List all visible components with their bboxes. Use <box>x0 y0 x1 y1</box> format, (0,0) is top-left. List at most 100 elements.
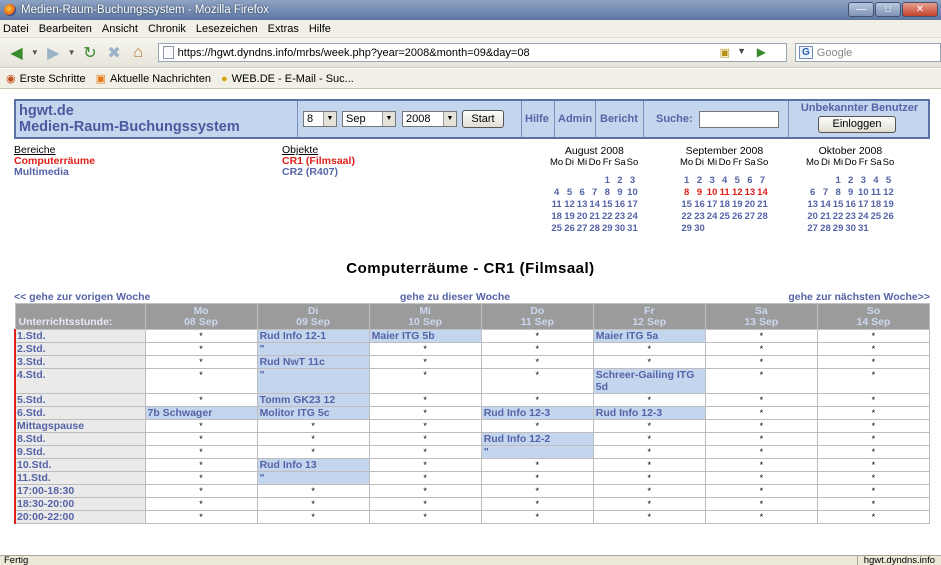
search-input[interactable] <box>699 111 779 128</box>
empty-slot-cell[interactable]: * <box>144 329 258 343</box>
forward-arrow-icon[interactable]: ▶ <box>43 42 64 64</box>
calendar-day[interactable]: 25 <box>718 211 731 223</box>
empty-slot-cell[interactable]: * <box>816 329 931 343</box>
empty-slot-cell[interactable]: * <box>256 445 370 459</box>
calendar-day[interactable]: 24 <box>706 211 719 223</box>
calendar-day[interactable]: 30 <box>693 223 706 235</box>
empty-slot-cell[interactable]: * <box>144 393 258 407</box>
empty-slot-cell[interactable]: * <box>704 471 818 485</box>
calendar-day[interactable]: 30 <box>844 223 857 235</box>
calendar-day[interactable]: 21 <box>819 211 832 223</box>
empty-slot-cell[interactable]: * <box>144 484 258 498</box>
menu-bearbeiten[interactable]: Bearbeiten <box>39 23 92 35</box>
booking-cell[interactable]: Rud Info 12-2 <box>480 432 594 446</box>
booking-cell[interactable]: Rud NwT 11c <box>256 355 370 369</box>
calendar-day[interactable]: 21 <box>588 211 601 223</box>
calendar-day[interactable]: 2 <box>844 175 857 187</box>
go-arrow-icon[interactable]: ▶ <box>757 45 766 59</box>
empty-slot-cell[interactable]: * <box>368 484 482 498</box>
empty-slot-cell[interactable]: * <box>368 355 482 369</box>
back-arrow-icon[interactable]: ◀ <box>6 42 27 64</box>
day-header[interactable]: Sa 13 Sep <box>704 303 818 330</box>
empty-slot-cell[interactable]: * <box>256 510 370 524</box>
calendar-day[interactable]: 5 <box>563 187 576 199</box>
empty-slot-cell[interactable]: * <box>816 419 931 433</box>
year-select[interactable]: 2008 ▼ <box>402 111 457 127</box>
calendar-day[interactable]: 6 <box>744 175 757 187</box>
calendar-day[interactable]: 19 <box>882 199 895 211</box>
calendar-day[interactable]: 26 <box>731 211 744 223</box>
calendar-day[interactable]: 1 <box>680 175 693 187</box>
period-label[interactable]: 2.Std. <box>14 342 146 356</box>
empty-slot-cell[interactable]: * <box>480 393 594 407</box>
calendar-day[interactable]: 6 <box>576 187 589 199</box>
start-button[interactable]: Start <box>462 110 504 128</box>
period-label[interactable]: 1.Std. <box>14 329 146 343</box>
calendar-day[interactable]: 10 <box>857 187 870 199</box>
calendar-day[interactable]: 17 <box>857 199 870 211</box>
calendar-day[interactable]: 8 <box>680 187 693 199</box>
empty-slot-cell[interactable]: * <box>368 510 482 524</box>
bookmark-webde[interactable]: ● WEB.DE - E-Mail - Suc... <box>221 73 354 85</box>
calendar-day[interactable]: 19 <box>563 211 576 223</box>
reload-icon[interactable]: ↻ <box>79 42 100 64</box>
day-header[interactable]: Do 11 Sep <box>480 303 594 330</box>
empty-slot-cell[interactable]: * <box>480 329 594 343</box>
empty-slot-cell[interactable]: * <box>144 342 258 356</box>
empty-slot-cell[interactable]: * <box>816 393 931 407</box>
menu-lesezeichen[interactable]: Lesezeichen <box>196 23 258 35</box>
calendar-day[interactable]: 8 <box>832 187 845 199</box>
calendar-day[interactable]: 1 <box>832 175 845 187</box>
empty-slot-cell[interactable]: * <box>144 419 258 433</box>
calendar-day[interactable]: 14 <box>588 199 601 211</box>
empty-slot-cell[interactable]: * <box>480 458 594 472</box>
calendar-day[interactable]: 17 <box>626 199 639 211</box>
period-label[interactable]: 17:00-18:30 <box>14 484 146 498</box>
empty-slot-cell[interactable]: * <box>368 497 482 511</box>
empty-slot-cell[interactable]: * <box>480 355 594 369</box>
booking-cell[interactable]: Rud Info 13 <box>256 458 370 472</box>
empty-slot-cell[interactable]: * <box>368 432 482 446</box>
empty-slot-cell[interactable]: * <box>368 406 482 420</box>
calendar-day[interactable]: 12 <box>731 187 744 199</box>
this-week-link[interactable]: gehe zu dieser Woche <box>400 291 510 303</box>
calendar-day[interactable]: 4 <box>870 175 883 187</box>
calendar-day[interactable]: 13 <box>806 199 819 211</box>
admin-link[interactable]: Admin <box>558 113 592 125</box>
booking-cell[interactable]: " <box>480 445 594 459</box>
empty-slot-cell[interactable]: * <box>592 484 706 498</box>
calendar-day[interactable]: 15 <box>680 199 693 211</box>
calendar-day[interactable]: 19 <box>731 199 744 211</box>
calendar-day[interactable]: 27 <box>744 211 757 223</box>
empty-slot-cell[interactable]: * <box>256 419 370 433</box>
calendar-day[interactable]: 20 <box>744 199 757 211</box>
empty-slot-cell[interactable]: * <box>816 406 931 420</box>
prev-week-link[interactable]: << gehe zur vorigen Woche <box>14 291 150 303</box>
calendar-day[interactable]: 10 <box>626 187 639 199</box>
day-header[interactable]: Fr 12 Sep <box>592 303 706 330</box>
calendar-day[interactable]: 26 <box>882 211 895 223</box>
calendar-day[interactable]: 31 <box>857 223 870 235</box>
booking-cell[interactable]: Tomm GK23 12 <box>256 393 370 407</box>
calendar-day[interactable]: 13 <box>576 199 589 211</box>
calendar-day[interactable]: 11 <box>550 199 563 211</box>
calendar-day[interactable]: 2 <box>693 175 706 187</box>
calendar-day[interactable]: 22 <box>601 211 614 223</box>
calendar-day[interactable]: 3 <box>857 175 870 187</box>
stop-icon[interactable]: ✖ <box>103 42 124 64</box>
site-name[interactable]: hgwt.de <box>19 103 240 119</box>
calendar-day[interactable]: 6 <box>806 187 819 199</box>
empty-slot-cell[interactable]: * <box>256 484 370 498</box>
calendar-day[interactable]: 28 <box>756 211 769 223</box>
empty-slot-cell[interactable]: * <box>816 445 931 459</box>
empty-slot-cell[interactable]: * <box>144 432 258 446</box>
close-button[interactable]: ✕ <box>902 2 938 17</box>
empty-slot-cell[interactable]: * <box>704 393 818 407</box>
calendar-day[interactable]: 9 <box>614 187 627 199</box>
empty-slot-cell[interactable]: * <box>592 471 706 485</box>
calendar-day[interactable]: 3 <box>626 175 639 187</box>
bookmark-erste-schritte[interactable]: ◉ Erste Schritte <box>6 72 86 86</box>
empty-slot-cell[interactable]: * <box>592 510 706 524</box>
empty-slot-cell[interactable]: * <box>704 445 818 459</box>
empty-slot-cell[interactable]: * <box>592 342 706 356</box>
